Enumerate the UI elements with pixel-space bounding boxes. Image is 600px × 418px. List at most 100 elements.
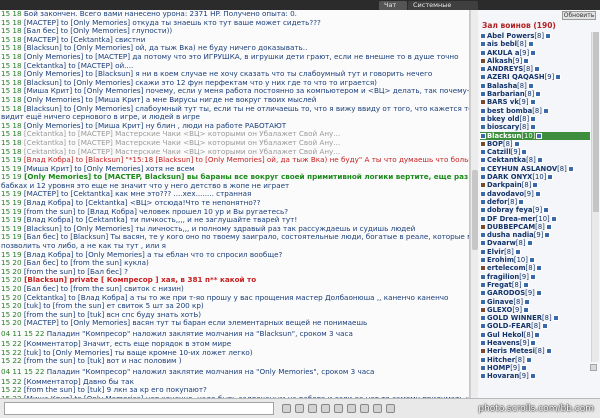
chat-message-text[interactable]: [Blacksun] to [Only Memories] ой, да тыж… [22, 44, 308, 52]
chat-message-text[interactable]: [MACTEP] to [Only Memories] откуда ты зн… [22, 19, 321, 27]
player-info-icon[interactable] [534, 331, 541, 338]
player-info-icon[interactable] [536, 265, 543, 272]
player-list-item[interactable]: Balasha[8] [480, 82, 590, 90]
player-list-item[interactable]: ertelecom[8] [480, 264, 590, 272]
player-name[interactable]: davodavo [487, 190, 524, 198]
player-name[interactable]: Heris Metesi [487, 347, 535, 355]
player-list-scrollbar-thumb[interactable] [593, 32, 599, 212]
player-list-item[interactable]: Alkash[9] [480, 57, 590, 65]
player-info-icon[interactable] [528, 257, 535, 264]
player-info-icon[interactable] [545, 223, 552, 230]
player-info-icon[interactable] [529, 99, 536, 106]
chat-message-text[interactable]: [Бал бес] to [from the sun] кукла) [22, 259, 149, 267]
player-name[interactable]: Alkash [487, 57, 513, 65]
player-list-item[interactable]: defor[8] [480, 198, 590, 206]
player-name[interactable]: Abel Powers [487, 32, 534, 40]
player-info-icon[interactable] [513, 140, 520, 147]
player-name[interactable]: Elvir [487, 248, 504, 256]
player-name[interactable]: ANDREYS [487, 65, 523, 73]
player-name[interactable]: Heavens [487, 339, 520, 347]
player-list-item[interactable]: Erohim[10] [480, 256, 590, 264]
player-info-icon[interactable] [522, 306, 529, 313]
chat-message-text[interactable]: [Cektantka] to [Влад Кобра] а ты то же п… [22, 294, 449, 302]
chat-message-text[interactable]: [Влад Кобра] to [Only Memories] а ты ебл… [22, 251, 283, 259]
player-info-icon[interactable] [536, 132, 543, 139]
chat-message-text[interactable]: [MACTEP] to [Cektantka] как мне это??? .… [22, 190, 252, 198]
player-info-icon[interactable] [523, 57, 530, 64]
clear-icon[interactable] [295, 404, 304, 413]
player-info-icon[interactable] [545, 348, 552, 355]
chat-message-text[interactable]: [from the sun] to [tuk] вот и нас полови… [22, 357, 182, 365]
player-name[interactable]: Cektantka [487, 156, 526, 164]
player-info-icon[interactable] [527, 82, 534, 89]
player-list-item[interactable]: BOP[8] [480, 140, 590, 148]
chat-message-text[interactable]: Паладин "Компресор" наложил заклятие мол… [44, 329, 353, 338]
player-list-item[interactable]: Ginave[8] [480, 298, 590, 306]
player-info-icon[interactable] [535, 290, 542, 297]
player-info-icon[interactable] [530, 49, 537, 56]
chat-message-text[interactable]: [Only Memories] to [Миша Крит] ну блин ,… [22, 122, 286, 130]
player-list-item[interactable]: davodavo[9] [480, 190, 590, 198]
chat-message-text[interactable]: [tuk] to [Only Memories] ты ваще кромне … [22, 349, 253, 357]
player-info-icon[interactable] [527, 41, 534, 48]
exit-icon[interactable] [386, 404, 395, 413]
player-info-icon[interactable] [552, 315, 559, 322]
player-list-item[interactable]: GOLD WINNER[8] [480, 314, 590, 322]
player-list-item[interactable]: Heris Metesi[8] [480, 347, 590, 355]
player-name[interactable]: dobray feya [487, 206, 533, 214]
player-name[interactable]: BOP [487, 140, 503, 148]
chat-message-text[interactable]: [Blacksun] to [Only Memories] слабоумный… [22, 105, 469, 113]
chat-message-text[interactable]: [Влад Кобра] to [Cektantka] ти пичкость,… [22, 216, 297, 224]
player-name[interactable]: HOMP [487, 364, 510, 372]
player-info-icon[interactable] [529, 373, 536, 380]
player-list-item[interactable]: Heavens[9] [480, 339, 590, 347]
player-list-item[interactable]: Hitcher[8] [480, 356, 590, 364]
player-info-icon[interactable] [530, 339, 537, 346]
player-list-item[interactable]: dobray feya[9] [480, 206, 590, 214]
player-name[interactable]: DARK ONYX [487, 173, 532, 181]
player-info-icon[interactable] [555, 74, 562, 81]
player-info-icon[interactable] [545, 33, 552, 39]
player-name[interactable]: fragilion [487, 273, 519, 281]
player-name[interactable]: Ginave [487, 298, 513, 306]
chat-scrollbar[interactable] [470, 10, 478, 398]
player-list-item[interactable]: Cektantka[8] [480, 156, 590, 164]
player-name[interactable]: ertelecom [487, 264, 526, 272]
player-name[interactable]: GOLD-FEAR [487, 322, 531, 330]
player-name[interactable]: BARS vk [487, 98, 519, 106]
player-info-icon[interactable] [535, 91, 542, 98]
player-list-item[interactable]: Hovaran[9] [480, 372, 590, 380]
player-name[interactable]: Darkpain [487, 181, 522, 189]
chat-message-text[interactable]: [Blacksun] to [Only Memories] ты личност… [22, 225, 415, 233]
player-list-item[interactable]: ais bebl[8] [480, 40, 590, 48]
player-list-item[interactable]: Barbarian[8] [480, 90, 590, 98]
player-name[interactable]: GOLD WINNER [487, 314, 542, 322]
chat-message-text[interactable]: [Бал бес] to [Blacksun] Ты васян, те у к… [22, 233, 469, 241]
chat-message-text[interactable]: [MACTEP] to [Cektantka] свистни [22, 36, 146, 44]
filter-icon[interactable] [308, 404, 317, 413]
player-list-item[interactable]: bkey old[8] [480, 115, 590, 123]
chat-message-text[interactable]: Бой закончен. Всего вами нанесено урона:… [22, 10, 297, 18]
player-list-item[interactable]: bioscary[8] [480, 123, 590, 131]
refresh-button[interactable]: Обновить [562, 11, 596, 20]
chat-message-text[interactable]: [Blacksun] to [Only Memories] скажи это … [22, 79, 377, 87]
player-name[interactable]: Balasha [487, 82, 517, 90]
chat-message-text[interactable]: [Комментатор] Давно бы так [22, 378, 134, 386]
player-name[interactable]: bkey old [487, 115, 519, 123]
chat-message-text[interactable]: бабках и 12 уровня это еще не значит что… [1, 182, 289, 190]
player-info-icon[interactable] [547, 174, 554, 181]
tab-system-messages[interactable]: Системные сообщения [408, 1, 478, 18]
player-list-item[interactable]: Abel Powers[8] [480, 32, 590, 40]
player-name[interactable]: dusha nadia [487, 231, 534, 239]
chat-message-text[interactable]: [Бал бес] to [Only Memories] глупости)) [22, 27, 172, 35]
player-list-item[interactable]: DARK ONYX[10] [480, 173, 590, 181]
player-info-icon[interactable] [534, 190, 541, 197]
player-info-icon[interactable] [536, 157, 543, 164]
player-info-icon[interactable] [544, 232, 551, 239]
player-name[interactable]: AKULA a [487, 49, 519, 57]
player-list-item[interactable]: Gul Hekol[8] [480, 331, 590, 339]
chat-message-text[interactable]: [Cektantka] to [MACTEP] Мастерские Чаки … [22, 139, 340, 147]
player-list-item[interactable]: GLEXO[9] [480, 306, 590, 314]
chat-input[interactable] [4, 402, 274, 415]
player-info-icon[interactable] [533, 66, 540, 73]
